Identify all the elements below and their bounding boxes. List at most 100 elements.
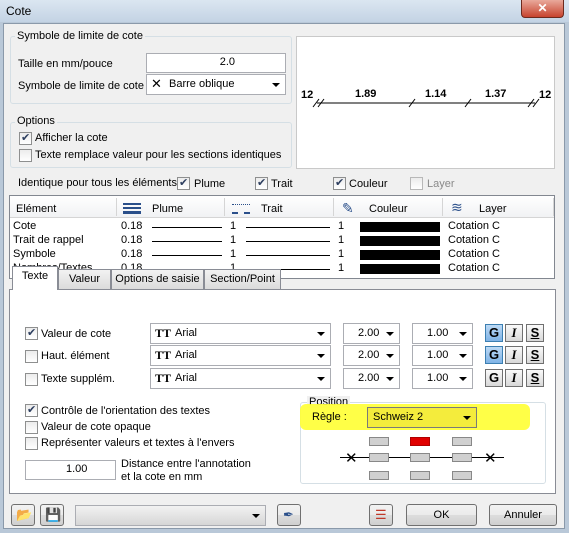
position-option[interactable]: [410, 471, 430, 480]
table-row[interactable]: Cote 0.18 1 1 Cotation C: [10, 220, 554, 234]
plume-header-icon: [123, 203, 141, 214]
header-couleur[interactable]: Couleur: [369, 203, 408, 215]
distance-input[interactable]: 1.00: [25, 460, 116, 480]
chevron-down-icon: [459, 354, 467, 358]
font-select-supplem[interactable]: TT Arial: [150, 368, 331, 389]
list-rows: Cote 0.18 1 1 Cotation C Trait de rappel…: [10, 220, 554, 276]
underline-button-supplem[interactable]: S: [526, 369, 544, 387]
identique-layer-label: Layer: [427, 178, 455, 190]
chevron-down-icon: [386, 332, 394, 336]
chevron-down-icon: [317, 377, 325, 381]
chevron-down-icon: [317, 354, 325, 358]
position-option[interactable]: [369, 453, 389, 462]
symbole-select[interactable]: ✕ Barre oblique: [146, 74, 286, 95]
header-trait[interactable]: Trait: [261, 203, 283, 215]
size-select-valeur[interactable]: 2.00: [343, 323, 400, 344]
preview-svg: [312, 98, 540, 108]
underline-button-haut[interactable]: S: [526, 346, 544, 364]
position-option[interactable]: [369, 437, 389, 446]
ok-button[interactable]: OK: [406, 504, 477, 526]
table-row[interactable]: Trait de rappel 0.18 1 1 Cotation C: [10, 234, 554, 248]
preview-label-left: 12: [301, 89, 314, 101]
position-option[interactable]: [410, 453, 430, 462]
haut-element-checkbox[interactable]: [25, 350, 38, 363]
layer-stack-icon: ≋: [451, 199, 463, 215]
taille-value: 2.0: [219, 56, 235, 68]
list-icon: ☰: [375, 507, 387, 522]
chevron-down-icon: [272, 83, 280, 87]
header-layer[interactable]: Layer: [479, 203, 507, 215]
pen-color-icon: ✎: [342, 200, 354, 216]
symbole-group-title: Symbole de limite de cote: [15, 30, 145, 42]
eyedropper-button[interactable]: ✒: [277, 504, 301, 526]
identique-layer-checkbox[interactable]: [410, 177, 423, 190]
position-option[interactable]: [452, 453, 472, 462]
position-tick-left: ✕: [345, 450, 358, 467]
cote-opaque-checkbox[interactable]: [25, 421, 38, 434]
chevron-down-icon: [252, 514, 260, 518]
position-option-selected[interactable]: [410, 437, 430, 446]
chevron-down-icon: [386, 354, 394, 358]
symbole-label: Symbole de limite de cote: [18, 80, 144, 92]
size-select-haut[interactable]: 2.00: [343, 345, 400, 366]
texte-supplem-checkbox[interactable]: [25, 373, 38, 386]
font-select-valeur[interactable]: TT Arial: [150, 323, 331, 344]
trait-header-icon: [232, 204, 250, 214]
header-element[interactable]: Elément: [16, 203, 56, 215]
underline-button-valeur[interactable]: S: [526, 324, 544, 342]
texte-remplace-label: Texte remplace valeur pour les sections …: [35, 149, 282, 161]
texte-supplem-label: Texte supplém.: [41, 373, 115, 385]
truetype-icon: TT: [155, 326, 172, 340]
identique-trait-checkbox[interactable]: [255, 176, 268, 190]
tab-valeur[interactable]: Valeur: [58, 269, 111, 289]
save-favorite-button[interactable]: 💾: [40, 504, 64, 526]
afficher-checkbox[interactable]: [19, 131, 32, 145]
italic-button-valeur[interactable]: I: [505, 324, 523, 342]
ratio-select-valeur[interactable]: 1.00: [412, 323, 473, 344]
header-plume[interactable]: Plume: [152, 203, 183, 215]
position-tick-right: ✕: [484, 450, 497, 467]
tab-options-saisie[interactable]: Options de saisie: [111, 269, 204, 289]
identique-couleur-checkbox[interactable]: [333, 176, 346, 190]
favorites-select[interactable]: [75, 505, 266, 526]
identique-plume-checkbox[interactable]: [177, 176, 190, 190]
truetype-icon: TT: [155, 371, 172, 385]
preview-label-3: 1.37: [485, 88, 507, 100]
texte-remplace-checkbox[interactable]: [19, 149, 32, 162]
italic-button-haut[interactable]: I: [505, 346, 523, 364]
position-option[interactable]: [369, 471, 389, 480]
valeur-cote-checkbox[interactable]: [25, 326, 38, 340]
position-option[interactable]: [452, 471, 472, 480]
distance-label-line1: Distance entre l'annotation: [121, 458, 251, 470]
cancel-button[interactable]: Annuler: [489, 504, 557, 526]
close-button[interactable]: ✕: [521, 0, 564, 18]
distance-value: 1.00: [66, 463, 88, 475]
preview-label-2: 1.14: [425, 88, 447, 100]
symbole-select-value: Barre oblique: [169, 78, 235, 90]
table-row[interactable]: Symbole 0.18 1 1 Cotation C: [10, 248, 554, 262]
font-select-haut[interactable]: TT Arial: [150, 345, 331, 366]
regle-select[interactable]: Schweiz 2: [367, 407, 477, 428]
preview-label-right: 12: [539, 89, 552, 101]
position-option[interactable]: [452, 437, 472, 446]
bold-button-supplem[interactable]: G: [485, 369, 503, 387]
folder-open-icon: 📂: [16, 507, 33, 522]
ratio-select-supplem[interactable]: 1.00: [412, 368, 473, 389]
tab-texte[interactable]: Texte: [12, 266, 58, 290]
eyedropper-icon: ✒: [283, 507, 294, 522]
size-select-supplem[interactable]: 2.00: [343, 368, 400, 389]
controle-orientation-checkbox[interactable]: [25, 403, 38, 417]
bold-button-valeur[interactable]: G: [485, 324, 503, 342]
title-bar: [0, 0, 569, 22]
taille-input[interactable]: 2.0: [146, 53, 286, 73]
list-button[interactable]: ☰: [369, 504, 393, 526]
open-favorite-button[interactable]: 📂: [11, 504, 35, 526]
envers-checkbox[interactable]: [25, 437, 38, 450]
bold-button-haut[interactable]: G: [485, 346, 503, 364]
oblique-cross-icon: ✕: [151, 76, 162, 91]
tab-section-point[interactable]: Section/Point: [204, 269, 281, 289]
chevron-down-icon: [317, 332, 325, 336]
italic-button-supplem[interactable]: I: [505, 369, 523, 387]
taille-label: Taille en mm/pouce: [18, 58, 113, 70]
ratio-select-haut[interactable]: 1.00: [412, 345, 473, 366]
